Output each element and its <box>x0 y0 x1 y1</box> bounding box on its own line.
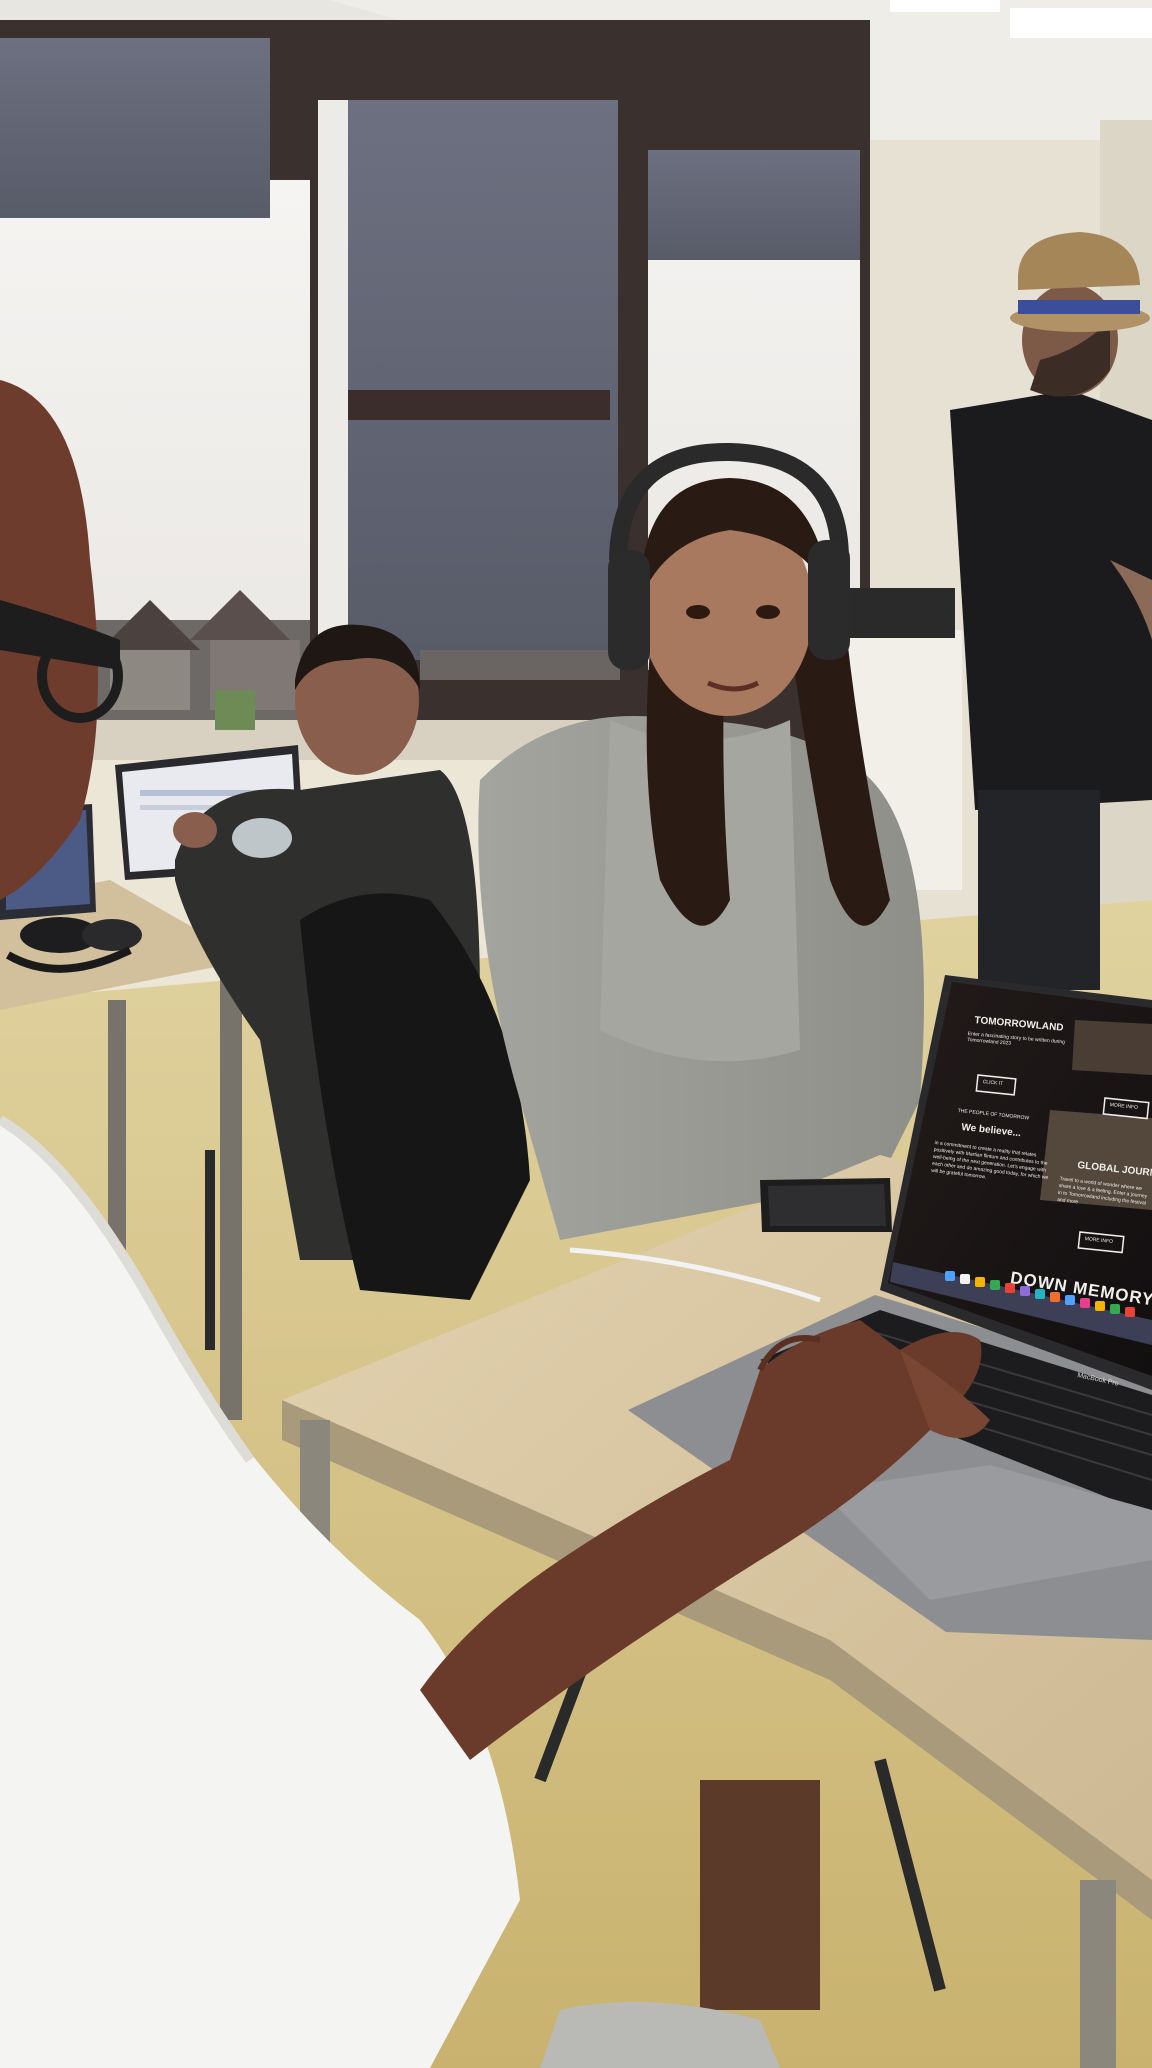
chair-leg <box>205 1150 215 1350</box>
headphone-cup-right <box>808 540 850 660</box>
window-mullion <box>340 390 610 420</box>
headphone-cup-left <box>608 550 650 670</box>
desk-leg <box>1080 1880 1116 2068</box>
window-pane-center <box>318 100 618 660</box>
ceiling-light <box>1010 8 1152 38</box>
screen-photo-card-2 <box>1072 1020 1152 1075</box>
window-blind-left <box>0 38 270 218</box>
screen-photo-card <box>1040 1110 1152 1210</box>
smartphone-screen <box>768 1184 886 1226</box>
back-desk-leg <box>220 960 242 1420</box>
ceiling-light <box>890 0 1000 12</box>
window-blind-right <box>648 150 860 260</box>
bag-under-desk <box>700 1780 820 2010</box>
printer <box>845 588 955 638</box>
classroom-photo <box>0 0 1152 2068</box>
window-pane-center-sky <box>318 100 348 660</box>
